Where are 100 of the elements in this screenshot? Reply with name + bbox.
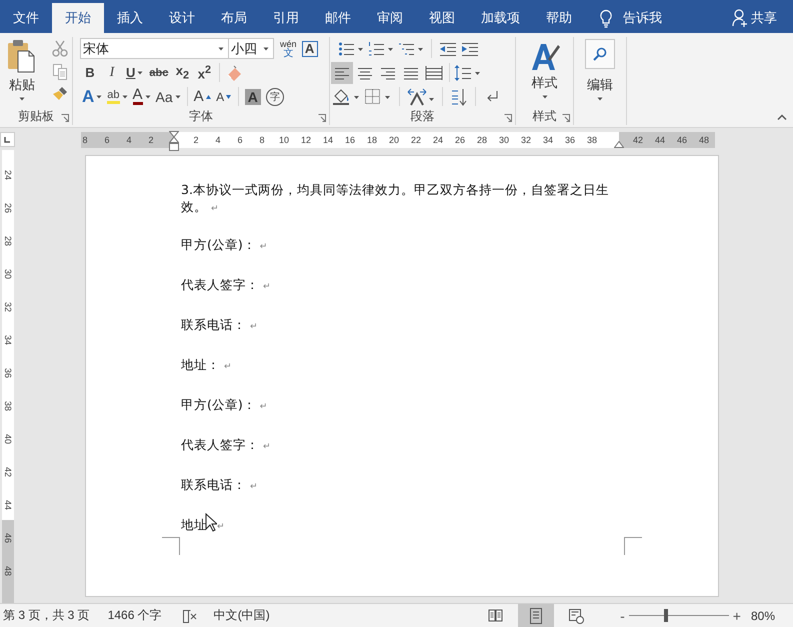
ribbon-tab[interactable]: 加载项: [468, 3, 533, 33]
ruler-number: 4: [125, 135, 132, 145]
ruler-number: 34: [542, 135, 554, 145]
person-add-icon: [732, 9, 748, 27]
ruler-number: 42: [632, 135, 644, 145]
increase-indent-icon[interactable]: [461, 42, 479, 56]
group-label: 剪贴板: [18, 108, 54, 125]
line-spacing-icon[interactable]: [454, 64, 482, 82]
strikethrough-button[interactable]: abc: [147, 62, 170, 83]
collapse-ribbon-icon[interactable]: [777, 114, 787, 120]
ribbon-tab[interactable]: 文件: [0, 3, 52, 33]
ruler-number: 6: [236, 135, 244, 145]
character-shading-button[interactable]: A: [242, 86, 263, 107]
tab-stop-icon[interactable]: [0, 132, 15, 147]
down-triangle-icon: [226, 94, 232, 98]
caret-icon: [96, 94, 102, 98]
ruler-number: 20: [388, 135, 400, 145]
scissors-icon[interactable]: [52, 40, 68, 57]
sort-icon[interactable]: [450, 88, 468, 106]
bold-button[interactable]: B: [80, 62, 100, 83]
paragraph-mark: ↵: [250, 322, 258, 332]
shading-icon[interactable]: [332, 88, 360, 106]
tell-me-field[interactable]: 告诉我: [623, 9, 662, 27]
ribbon-tab[interactable]: 审阅: [364, 3, 416, 33]
margin-corner-mark: [624, 537, 642, 555]
font-name-field[interactable]: 宋体: [80, 38, 229, 59]
decrease-indent-icon[interactable]: [439, 42, 457, 56]
paragraph-mark: ↵: [224, 362, 232, 372]
document-text: 地址：: [181, 357, 220, 372]
enclose-character-button[interactable]: 字: [264, 86, 286, 107]
ribbon-tab[interactable]: 视图: [416, 3, 468, 33]
ruler-number: 10: [278, 135, 290, 145]
borders-icon[interactable]: [364, 88, 392, 106]
indent-marker-icon[interactable]: [169, 131, 179, 151]
grow-font-button[interactable]: A: [192, 86, 213, 107]
shrink-font-button[interactable]: A: [214, 86, 234, 107]
text-effect-button[interactable]: A: [80, 86, 104, 107]
dialog-launcher-icon[interactable]: [562, 114, 570, 122]
clipboard-icon: [7, 39, 37, 73]
ruler-number: 4: [214, 135, 222, 145]
ribbon-tab[interactable]: 布局: [208, 3, 260, 33]
ruler-number: 14: [322, 135, 334, 145]
slider-thumb[interactable]: [664, 609, 668, 622]
editing-button[interactable]: 编辑: [585, 39, 615, 108]
caret-icon: [19, 97, 25, 101]
search-icon: [593, 47, 607, 61]
page-count[interactable]: 第 3 页，共 3 页: [3, 607, 90, 624]
ruler-number: 6: [103, 135, 110, 145]
dialog-launcher-icon[interactable]: [61, 114, 69, 122]
word-count[interactable]: 1466 个字: [108, 607, 162, 624]
ruler-number: 30: [3, 268, 13, 278]
read-view-icon[interactable]: [487, 606, 506, 624]
share-button[interactable]: 共享: [732, 3, 777, 33]
web-view-icon[interactable]: [567, 606, 586, 624]
zoom-level[interactable]: 80%: [750, 608, 775, 622]
ruler-number: 32: [3, 302, 13, 312]
italic-button[interactable]: I: [102, 62, 122, 83]
ruler-number: 46: [676, 135, 688, 145]
paragraph-mark: ↵: [260, 402, 268, 412]
phonetic-guide-button[interactable]: wén 文: [278, 38, 299, 60]
character-border-button[interactable]: A: [302, 40, 318, 56]
proofing-icon[interactable]: [182, 608, 198, 624]
dialog-launcher-icon[interactable]: [504, 114, 512, 122]
ribbon-tab[interactable]: 开始: [52, 3, 104, 33]
document-text: 甲方(公章)：: [181, 397, 256, 412]
ruler-number: 24: [432, 135, 444, 145]
paragraph-mark: ↵: [211, 204, 219, 214]
underline-button[interactable]: U: [124, 62, 146, 83]
ruler-number: 8: [81, 135, 88, 145]
highlight-button[interactable]: ab: [105, 86, 130, 107]
zoom-in-button[interactable]: +: [728, 608, 745, 624]
caret-icon: [542, 95, 548, 99]
language[interactable]: 中文(中国): [214, 607, 270, 624]
subscript-button[interactable]: x$_{2}$: [172, 62, 192, 83]
numbering-icon[interactable]: [368, 40, 394, 56]
ribbon-tab[interactable]: 插入: [104, 3, 156, 33]
zoom-out-button[interactable]: -: [616, 608, 629, 624]
right-indent-icon[interactable]: [614, 141, 624, 148]
ribbon-tab[interactable]: 引用: [260, 3, 312, 33]
ruler-number: 48: [3, 566, 13, 576]
ruler-number: 42: [3, 466, 13, 476]
multilevel-list-icon[interactable]: [398, 40, 424, 56]
caret-icon: [263, 46, 269, 50]
print-layout-button[interactable]: [518, 604, 554, 627]
font-size-field[interactable]: 小四: [229, 38, 274, 59]
ruler-number: 34: [3, 334, 13, 344]
ribbon-tab[interactable]: 邮件: [312, 3, 364, 33]
paragraph-mark: ↵: [250, 482, 258, 492]
styles-button[interactable]: 样式: [530, 41, 560, 108]
superscript-button[interactable]: x$^{2}$: [194, 62, 214, 83]
ribbon-tab[interactable]: 设计: [156, 3, 208, 33]
paste-button[interactable]: 粘贴: [0, 39, 44, 108]
dialog-launcher-icon[interactable]: [318, 114, 326, 122]
group-label: 段落: [410, 108, 434, 125]
font-color-button[interactable]: A: [130, 86, 153, 107]
ribbon-tab[interactable]: 帮助: [533, 3, 585, 33]
bullets-icon[interactable]: [338, 40, 364, 56]
lightbulb-icon: [599, 8, 613, 28]
change-case-button[interactable]: Aa: [154, 86, 183, 107]
text-layout-icon[interactable]: [407, 88, 435, 106]
